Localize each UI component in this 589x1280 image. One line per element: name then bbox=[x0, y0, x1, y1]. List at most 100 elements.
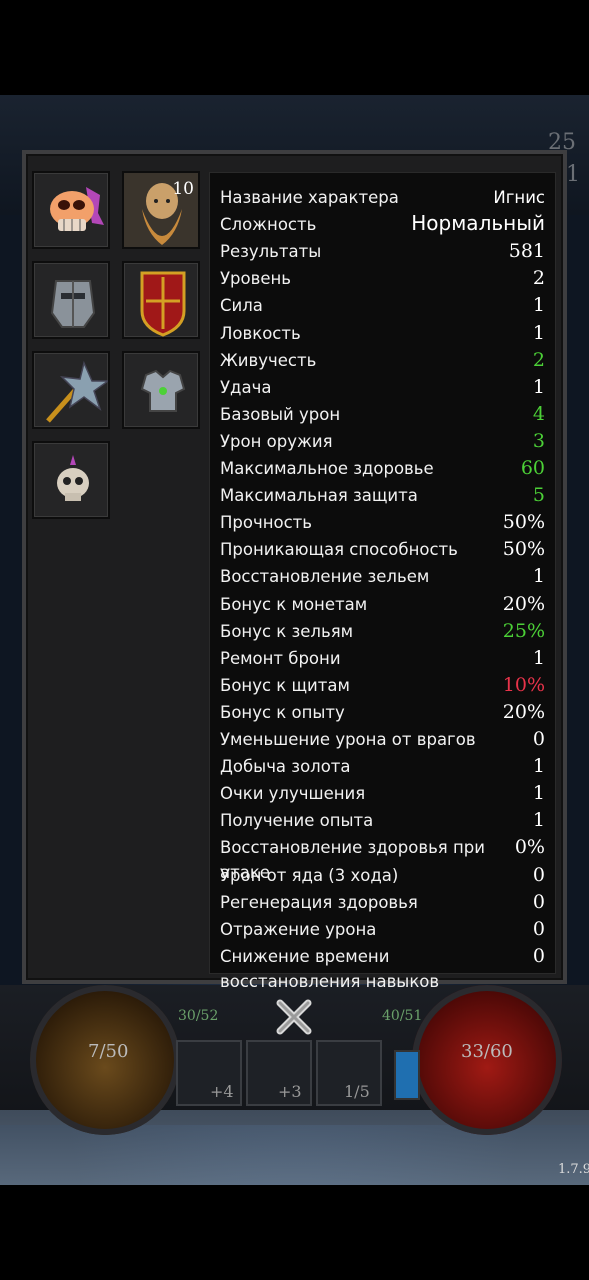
stat-label: Получение опыта bbox=[220, 811, 374, 831]
hud-slot-label: +4 bbox=[210, 1082, 234, 1101]
stat-value: Игнис bbox=[493, 188, 545, 207]
equipment-slot-mask[interactable] bbox=[32, 171, 110, 249]
stat-row: Сила 1 bbox=[220, 294, 545, 323]
stat-row: Ловкость 1 bbox=[220, 321, 545, 351]
stat-label: Уменьшение урона от врагов bbox=[220, 730, 476, 749]
stat-label-continued: восстановления навыков bbox=[220, 971, 440, 991]
mask-icon bbox=[50, 187, 104, 231]
character-stats-list[interactable]: Название характера Игнис Сложность Нормальн… bbox=[209, 172, 556, 991]
stat-label: Бонус к монетам bbox=[220, 594, 368, 614]
stat-row: Бонус к опыту 20% bbox=[220, 700, 545, 730]
stat-value: 3 bbox=[532, 429, 545, 452]
stat-value: 1 bbox=[532, 294, 545, 317]
stat-value: 0 bbox=[532, 944, 545, 967]
stat-row: Очки улучшения 1 bbox=[220, 782, 545, 811]
stat-label: Добыча золота bbox=[220, 757, 351, 777]
stat-label: Максимальная защита bbox=[220, 486, 418, 506]
stat-row: Бонус к зельям 25% bbox=[220, 619, 545, 649]
stat-label: Проникающая способность bbox=[220, 540, 458, 560]
stat-label: Сила bbox=[220, 296, 263, 316]
stat-label: Название характера bbox=[220, 188, 399, 207]
stat-label: Ремонт брони bbox=[220, 648, 341, 668]
armor-icon bbox=[140, 369, 186, 412]
stat-label: Максимальное здоровье bbox=[220, 459, 434, 478]
stat-row: Добыча золота 1 bbox=[220, 755, 545, 784]
stat-row: Базовый урон 4 bbox=[220, 402, 545, 432]
stat-row: Живучесть 2 bbox=[220, 348, 545, 378]
stat-row: Ремонт брони 1 bbox=[220, 646, 545, 676]
stat-label: Базовый урон bbox=[220, 404, 341, 424]
stat-value: 50% bbox=[502, 538, 545, 561]
stat-row: Получение опыта 1 bbox=[220, 809, 545, 838]
stat-row: Прочность 50% bbox=[220, 511, 545, 540]
stat-label: Бонус к щитам bbox=[220, 675, 350, 695]
stat-value: 581 bbox=[508, 240, 545, 263]
stat-value: 20% bbox=[502, 592, 545, 615]
stat-value: 1 bbox=[532, 321, 545, 344]
stat-value: 20% bbox=[502, 700, 545, 723]
stat-value: 0 bbox=[532, 917, 545, 940]
stat-label: Сложность bbox=[220, 215, 317, 235]
stat-value: 1 bbox=[532, 565, 545, 588]
stat-row: Восстановление здоровья при атаке 0% bbox=[220, 836, 545, 882]
stat-row: Восстановление зельем 1 bbox=[220, 565, 545, 594]
equipment-slot-shield[interactable] bbox=[122, 261, 200, 339]
energy-orb-text: 7/50 bbox=[88, 1041, 129, 1062]
stat-label: Бонус к опыту bbox=[220, 702, 345, 722]
stat-value: 2 bbox=[532, 348, 545, 371]
stat-row: Урон оружия 3 bbox=[220, 429, 545, 459]
mana-vial bbox=[394, 1050, 420, 1100]
stat-label: Урон оружия bbox=[220, 431, 333, 451]
stat-row: Проникающая способность 50% bbox=[220, 538, 545, 567]
stat-value: 60 bbox=[520, 457, 545, 479]
stat-value: 50% bbox=[502, 511, 545, 534]
stat-value: 25% bbox=[502, 619, 545, 642]
stat-label: Ловкость bbox=[220, 323, 301, 343]
character-level-badge: 10 bbox=[172, 179, 194, 199]
stat-label: Отражение урона bbox=[220, 919, 377, 939]
stat-value: 0 bbox=[532, 890, 545, 913]
shield-icon bbox=[140, 271, 186, 337]
stat-value: 1 bbox=[532, 782, 545, 805]
bar-left-text: 30/52 bbox=[178, 1008, 219, 1024]
equipment-slot-weapon[interactable] bbox=[32, 351, 110, 429]
stat-label: Удача bbox=[220, 377, 272, 397]
stat-row: Бонус к щитам 10% bbox=[220, 673, 545, 703]
version-label: 1.7.9 bbox=[558, 1162, 589, 1177]
mace-icon bbox=[46, 360, 108, 423]
stat-row: Максимальное здоровье 60 bbox=[220, 457, 545, 486]
equipment-slot-armor[interactable] bbox=[122, 351, 200, 429]
stat-value: 2 bbox=[532, 267, 545, 290]
bar-right-text: 40/51 bbox=[382, 1008, 423, 1024]
stat-row: Уменьшение урона от врагов 0 bbox=[220, 728, 545, 757]
equipment-slot-helmet[interactable] bbox=[32, 261, 110, 339]
stat-row: Урон от яда (3 хода) 0 bbox=[220, 864, 545, 893]
stat-label: Прочность bbox=[220, 513, 313, 533]
stat-label: Результаты bbox=[220, 242, 322, 262]
health-orb-text: 33/60 bbox=[461, 1041, 513, 1062]
close-icon[interactable] bbox=[274, 997, 314, 1037]
stat-value: 1 bbox=[532, 646, 545, 669]
equipment-slot-amulet[interactable] bbox=[32, 441, 110, 519]
stat-row: Уровень 2 bbox=[220, 267, 545, 296]
stat-value: 4 bbox=[532, 402, 545, 425]
stat-label: Живучесть bbox=[220, 350, 317, 370]
equipment-slot-portrait[interactable]: 10 bbox=[122, 171, 200, 249]
stat-row: Удача 1 bbox=[220, 376, 545, 405]
stat-label: Бонус к зельям bbox=[220, 621, 354, 641]
stat-value: 5 bbox=[532, 484, 545, 507]
stat-value: 10% bbox=[502, 673, 545, 696]
stat-value: 0% bbox=[514, 836, 545, 859]
stat-label: Снижение времени bbox=[220, 946, 390, 966]
stat-value: 1 bbox=[532, 809, 545, 832]
stat-row: Результаты 581 bbox=[220, 240, 545, 269]
stat-value: 1 bbox=[532, 755, 545, 778]
stat-value: Нормальный bbox=[411, 211, 545, 236]
stat-row: Регенерация здоровья 0 bbox=[220, 890, 545, 920]
stat-label: Восстановление зельем bbox=[220, 567, 430, 587]
background-number: 1 bbox=[566, 162, 580, 187]
hud-slot-label: +3 bbox=[278, 1082, 302, 1101]
stat-row: Снижение времени восстановления навыков 0 bbox=[220, 944, 545, 991]
stat-label: Урон от яда (3 хода) bbox=[220, 865, 399, 885]
skull-amulet-icon bbox=[57, 455, 89, 501]
